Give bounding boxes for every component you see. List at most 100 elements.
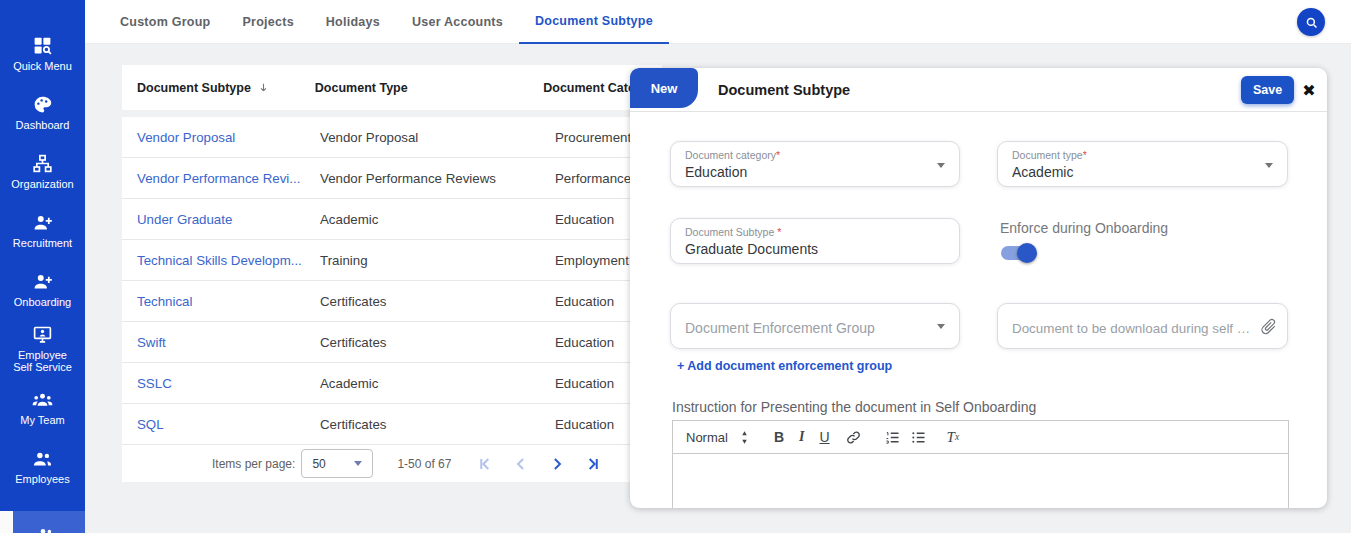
field-label: Document category xyxy=(685,149,776,161)
enforce-onboarding-label: Enforce during Onboarding xyxy=(1000,220,1168,236)
tab-holidays[interactable]: Holidays xyxy=(310,0,396,44)
type-cell: Vendor Proposal xyxy=(320,130,555,145)
employee-self-service-icon xyxy=(32,324,53,345)
document-enforcement-group-field[interactable]: Document Enforcement Group xyxy=(670,303,960,349)
sidebar-item-label: Recruitment xyxy=(9,237,77,249)
tab-document-subtype[interactable]: Document Subtype xyxy=(519,0,669,44)
sidebar-item-organization[interactable]: Organization xyxy=(0,142,85,201)
previous-page-button[interactable] xyxy=(503,446,539,482)
required-mark: * xyxy=(777,226,781,238)
last-page-button[interactable] xyxy=(575,446,611,482)
sidebar-item-employees[interactable]: Employees xyxy=(0,437,85,496)
sidebar-item-employee-self-service[interactable]: Employee Self Service xyxy=(0,319,85,378)
sidebar-item-my-team[interactable]: My Team xyxy=(0,378,85,437)
link-button[interactable] xyxy=(845,429,862,446)
chevron-right-icon xyxy=(547,454,567,474)
table-row[interactable]: Under Graduate Academic Education xyxy=(122,199,662,240)
sidebar-item-label: Onboarding xyxy=(9,296,77,308)
bold-button[interactable]: B xyxy=(774,429,784,445)
search-icon xyxy=(1304,15,1319,30)
table-row[interactable]: SQL Certificates Education xyxy=(122,404,662,445)
tab-user-accounts[interactable]: User Accounts xyxy=(396,0,519,44)
field-label: Document type xyxy=(1012,149,1083,161)
document-subtype-field[interactable]: Document Subtype * Graduate Documents xyxy=(670,218,960,264)
download-document-field[interactable]: Document to be download during self on..… xyxy=(997,303,1288,349)
sidebar-item-label: Organization xyxy=(9,178,77,190)
onboarding-icon xyxy=(32,271,53,292)
sidebar-item-label: Employee Self Service xyxy=(9,349,77,373)
document-type-field[interactable]: Document type* Academic xyxy=(997,141,1288,187)
chevron-down-icon xyxy=(937,163,945,168)
partial-item-icon xyxy=(37,526,55,533)
subtype-link[interactable]: Technical Skills Developm... xyxy=(137,253,302,268)
sidebar-partial-gap xyxy=(0,511,13,533)
subtype-link[interactable]: SQL xyxy=(137,417,164,432)
dashboard-icon xyxy=(32,94,53,115)
rich-text-editor: Normal B I U Tx xyxy=(672,420,1289,508)
table-body: Vendor Proposal Vendor Proposal Procurem… xyxy=(122,117,662,482)
subtype-link[interactable]: Swift xyxy=(137,335,166,350)
table-row[interactable]: Technical Skills Developm... Training Em… xyxy=(122,240,662,281)
next-page-button[interactable] xyxy=(539,446,575,482)
editor-toolbar: Normal B I U Tx xyxy=(673,421,1288,454)
clear-format-button[interactable]: Tx xyxy=(947,429,960,446)
column-header-document-subtype[interactable]: Document Subtype xyxy=(122,81,315,95)
recruitment-icon xyxy=(32,212,53,233)
ordered-list-button[interactable] xyxy=(884,429,901,446)
bullet-list-button[interactable] xyxy=(910,429,927,446)
field-value: Academic xyxy=(1012,164,1273,180)
tab-custom-group[interactable]: Custom Group xyxy=(104,0,227,44)
column-label: Document Subtype xyxy=(137,81,251,95)
tab-label: Custom Group xyxy=(120,15,211,29)
column-header-document-type[interactable]: Document Type xyxy=(315,81,543,95)
sidebar-item-label: Employees xyxy=(9,473,77,485)
items-per-page-select[interactable]: 50 xyxy=(301,449,373,478)
document-subtype-panel: New Document Subtype Save ✖ Document cat… xyxy=(630,68,1327,508)
type-cell: Certificates xyxy=(320,335,555,350)
employees-icon xyxy=(32,448,53,469)
subtype-link[interactable]: Under Graduate xyxy=(137,212,232,227)
sidebar-item-quick-menu[interactable]: Quick Menu xyxy=(0,24,85,83)
table-row[interactable]: Vendor Performance Revi... Vendor Perfor… xyxy=(122,158,662,199)
type-cell: Vendor Performance Reviews xyxy=(320,171,555,186)
subtype-link[interactable]: Technical xyxy=(137,294,192,309)
toggle-knob xyxy=(1017,243,1037,263)
save-button[interactable]: Save xyxy=(1241,76,1294,104)
table-row[interactable]: Technical Certificates Education xyxy=(122,281,662,322)
close-icon[interactable]: ✖ xyxy=(1299,80,1319,100)
sidebar-item-label: My Team xyxy=(9,414,77,426)
sidebar: Quick Menu Dashboard Organization Recrui… xyxy=(0,0,85,533)
underline-button[interactable]: U xyxy=(819,429,829,445)
chevron-down-icon xyxy=(937,324,945,329)
chevron-down-icon xyxy=(354,461,362,466)
table-row[interactable]: Swift Certificates Education xyxy=(122,322,662,363)
sidebar-item-label: Quick Menu xyxy=(9,60,77,72)
chevron-left-icon xyxy=(511,454,531,474)
column-label: Document Type xyxy=(315,81,408,95)
table-row[interactable]: Vendor Proposal Vendor Proposal Procurem… xyxy=(122,117,662,158)
document-category-field[interactable]: Document category* Education xyxy=(670,141,960,187)
search-button[interactable] xyxy=(1297,8,1325,36)
italic-button[interactable]: I xyxy=(799,429,804,445)
tab-projects[interactable]: Projects xyxy=(227,0,310,44)
sidebar-item-recruitment[interactable]: Recruitment xyxy=(0,201,85,260)
first-page-button[interactable] xyxy=(467,446,503,482)
sidebar-item-dashboard[interactable]: Dashboard xyxy=(0,83,85,142)
tab-bar: Custom Group Projects Holidays User Acco… xyxy=(85,0,1351,44)
enforce-onboarding-toggle[interactable] xyxy=(1001,246,1034,260)
field-placeholder: Document to be download during self on..… xyxy=(1012,321,1273,336)
items-per-page-label: Items per page: xyxy=(212,457,295,471)
subtype-link[interactable]: Vendor Performance Revi... xyxy=(137,171,300,186)
format-dropdown[interactable]: Normal xyxy=(686,430,728,445)
sidebar-item-onboarding[interactable]: Onboarding xyxy=(0,260,85,319)
sidebar-item-partial[interactable] xyxy=(13,511,85,533)
subtype-link[interactable]: Vendor Proposal xyxy=(137,130,235,145)
table-row[interactable]: SSLC Academic Education xyxy=(122,363,662,404)
subtype-link[interactable]: SSLC xyxy=(137,376,172,391)
panel-header: New Document Subtype Save ✖ xyxy=(630,68,1327,112)
type-cell: Certificates xyxy=(320,294,555,309)
type-cell: Certificates xyxy=(320,417,555,432)
new-tab-chip[interactable]: New xyxy=(630,68,698,108)
add-enforcement-group-link[interactable]: + Add document enforcement group xyxy=(677,359,892,373)
field-value: Education xyxy=(685,164,945,180)
